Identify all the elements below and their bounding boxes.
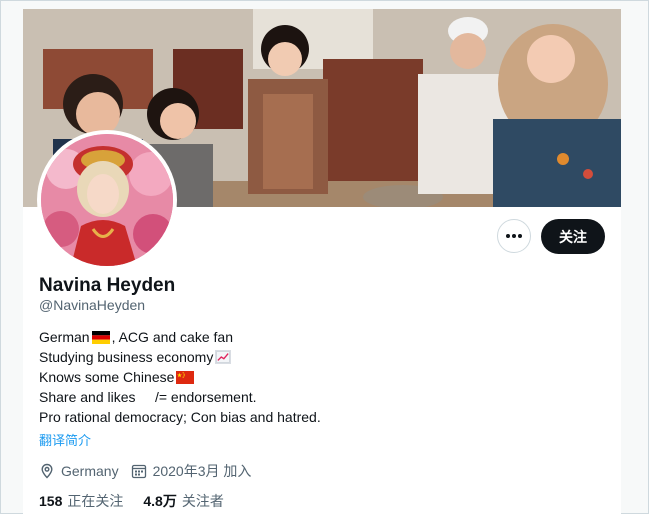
location-text: Germany: [61, 463, 119, 479]
location: Germany: [39, 463, 119, 479]
translate-bio-link[interactable]: 翻译简介: [39, 430, 91, 449]
follow-button-label: 关注: [559, 228, 587, 245]
following-label: 正在关注: [67, 493, 124, 509]
followers-link[interactable]: 4.8万 关注者: [143, 491, 223, 511]
more-icon: [506, 234, 522, 238]
bio-line: German , ACG and cake fan: [39, 327, 321, 347]
followers-label: 关注者: [181, 493, 224, 509]
bio-text: Studying business economy: [39, 349, 214, 365]
bio-text: Share and likes /= endorsement.: [39, 389, 257, 405]
follow-button[interactable]: 关注: [541, 219, 605, 254]
bio-text: Pro rational democracy; Con bias and hat…: [39, 409, 321, 425]
location-icon: [41, 463, 53, 479]
display-name: Navina Heyden: [39, 275, 176, 296]
bio-line: Pro rational democracy; Con bias and hat…: [39, 407, 321, 427]
join-date-text: 2020年3月 加入: [152, 463, 252, 479]
following-link[interactable]: 158 正在关注: [39, 491, 123, 511]
profile-column: 关注 Navina Heyden @NavinaHeyden German , …: [23, 9, 621, 515]
bio-line: Share and likes /= endorsement.: [39, 387, 321, 407]
bio-text: Knows some Chinese: [39, 369, 175, 385]
avatar-photo: [41, 134, 173, 266]
germany-flag-icon: [91, 330, 110, 344]
bio-line: Knows some Chinese: [39, 367, 321, 387]
bio-line: Studying business economy: [39, 347, 321, 367]
avatar[interactable]: [41, 134, 173, 266]
bio: German , ACG and cake fan Studying busin…: [39, 327, 321, 427]
profile-page: 关注 Navina Heyden @NavinaHeyden German , …: [0, 0, 649, 515]
more-options-button[interactable]: [497, 219, 531, 253]
bio-text: German: [39, 329, 90, 345]
calendar-icon: [131, 464, 146, 479]
join-date: 2020年3月 加入: [131, 461, 252, 481]
china-flag-icon: [176, 370, 195, 384]
user-handle: @NavinaHeyden: [39, 297, 146, 313]
follow-stats: 158 正在关注 4.8万 关注者: [39, 491, 244, 511]
chart-increasing-icon: [215, 350, 232, 364]
bio-text: , ACG and cake fan: [111, 329, 233, 345]
following-count: 158: [39, 493, 63, 509]
followers-count: 4.8万: [143, 493, 177, 509]
profile-meta: Germany 2020年3月 加入: [39, 461, 263, 481]
